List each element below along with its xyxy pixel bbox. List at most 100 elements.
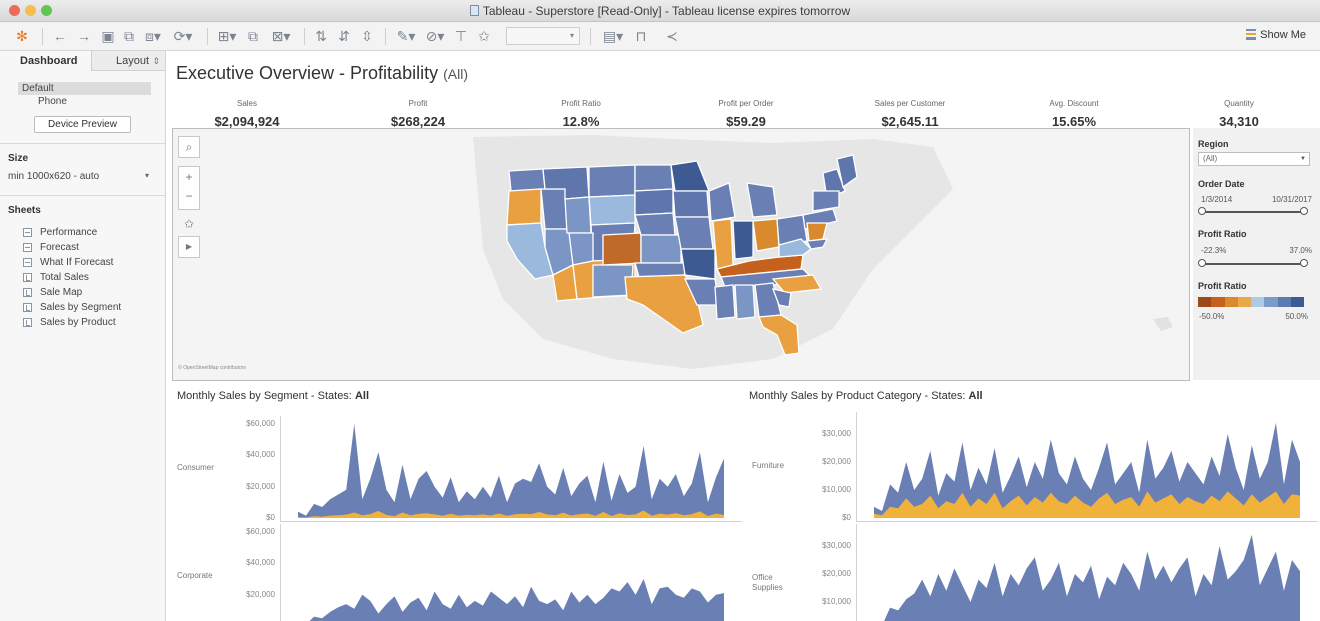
kpi-label: Profit per Order: [718, 99, 774, 108]
toolbar: ✻ ← → ▣ ⧉ ⧈▾ ⟳▾ ⊞▾ ⧉ ⊠▾ ⇅ ⇵ ⇳ ✎▾ ⊘▾ ⊤ ✩ …: [0, 22, 1320, 51]
sheet-label: Sale Map: [40, 287, 83, 298]
y-tick-label: $40,000: [246, 558, 275, 568]
slider-handle-start[interactable]: [1198, 207, 1206, 215]
kpi-value: $59.29: [726, 114, 766, 129]
device-default[interactable]: Default: [18, 82, 151, 95]
pin-icon[interactable]: ✩: [178, 214, 200, 236]
tab-dashboard[interactable]: Dashboard: [0, 51, 92, 71]
sheet-list: Performance Forecast What If Forecast Total…: [0, 225, 165, 330]
kpi-value: $2,094,924: [214, 114, 280, 129]
sheet-item[interactable]: Sales by Segment: [0, 300, 165, 315]
show-cards-icon[interactable]: ▤▾: [599, 28, 627, 44]
segment-chart-title-text: Monthly Sales by Segment - States:: [177, 390, 352, 402]
clear-icon[interactable]: ⊠▾: [268, 28, 294, 44]
legend-swatch: [1277, 297, 1291, 307]
highlight-icon[interactable]: ✎▾: [395, 28, 417, 44]
toolbar-separator: [207, 28, 208, 45]
tab-layout[interactable]: Layout ⇕: [92, 51, 166, 71]
kpi-label: Sales: [236, 99, 257, 108]
y-tick-label: $10,000: [822, 597, 851, 606]
us-map: ·: [173, 129, 1189, 380]
label-icon[interactable]: ⊤: [453, 28, 469, 44]
swap-icon[interactable]: ⇅: [313, 28, 329, 44]
sheet-item[interactable]: Total Sales: [0, 270, 165, 285]
new-worksheet-icon[interactable]: ⊞▾: [215, 28, 239, 44]
back-icon[interactable]: ←: [52, 28, 68, 44]
worksheet-icon: [23, 288, 32, 297]
toolbar-separator: [590, 28, 591, 45]
duplicate-icon[interactable]: ⧉: [245, 28, 261, 44]
sort-desc-icon[interactable]: ⇳: [359, 28, 375, 44]
tableau-logo-icon[interactable]: ✻: [14, 28, 30, 44]
search-icon[interactable]: ⌕: [178, 136, 200, 158]
pause-icon[interactable]: ⧈▾: [143, 28, 163, 44]
profit-ratio-color-legend: [1198, 297, 1304, 307]
sheet-label: Performance: [40, 227, 98, 238]
fit-dropdown[interactable]: ▾: [506, 27, 580, 45]
device-preview-button[interactable]: Device Preview: [34, 116, 131, 133]
area-series-blue: [309, 579, 724, 621]
segment-chart-title: Monthly Sales by Segment - States: All: [177, 390, 369, 402]
map-attribution: © OpenStreetMap contributors: [178, 365, 246, 371]
slider-handle-end[interactable]: [1300, 259, 1308, 267]
sheet-item[interactable]: Sale Map: [0, 285, 165, 300]
fix-axes-icon[interactable]: ✩: [476, 28, 492, 44]
presentation-icon[interactable]: ⊓: [633, 28, 649, 44]
sheet-item[interactable]: What If Forecast: [0, 255, 165, 270]
new-datasource-icon[interactable]: ⧉: [121, 28, 137, 44]
refresh-icon[interactable]: ⟳▾: [170, 28, 196, 44]
y-tick-label: $20,000: [822, 457, 851, 466]
y-tick-label: $30,000: [822, 541, 851, 550]
zoom-out-icon[interactable]: −: [179, 188, 199, 209]
slider-handle-end[interactable]: [1300, 207, 1308, 215]
chart-row-label: Furniture: [752, 461, 785, 470]
area-plot[interactable]: [280, 524, 742, 621]
sheet-item[interactable]: Performance: [0, 225, 165, 240]
kpi-label: Profit Ratio: [561, 99, 601, 108]
sort-asc-icon[interactable]: ⇵: [336, 28, 352, 44]
group-icon[interactable]: ⊘▾: [424, 28, 446, 44]
kpi-card: Avg. Discount 15.65%: [1004, 99, 1144, 129]
zoom-in-icon[interactable]: +: [179, 167, 199, 188]
sheet-label: Total Sales: [40, 272, 89, 283]
legend-max-label: 50.0%: [1285, 312, 1308, 321]
forward-icon[interactable]: →: [76, 28, 92, 44]
tab-menu-icon[interactable]: ⇕: [152, 51, 160, 71]
y-tick-label: $40,000: [246, 450, 275, 460]
area-plot[interactable]: [856, 412, 1318, 522]
sheet-label: Sales by Product: [40, 317, 116, 328]
region-dropdown[interactable]: (All) ▼: [1198, 152, 1310, 166]
profit-ratio-legend-title: Profit Ratio: [1198, 281, 1247, 291]
area-plot[interactable]: [856, 524, 1318, 621]
zoom-control: + −: [178, 166, 200, 210]
y-tick-label: $0: [266, 513, 275, 522]
worksheet-icon: [23, 318, 32, 327]
sheet-item[interactable]: Forecast: [0, 240, 165, 255]
area-series-blue: [298, 424, 724, 518]
share-icon[interactable]: ≺: [664, 28, 680, 44]
size-select[interactable]: min 1000x620 - auto ▾: [0, 171, 165, 185]
area-plot[interactable]: [280, 416, 742, 522]
legend-swatch: [1211, 297, 1225, 307]
profit-ratio-slider[interactable]: [1198, 259, 1308, 267]
profit-ratio-max: 37.0%: [1289, 246, 1312, 255]
category-chart-title-filter: All: [968, 390, 983, 402]
play-icon[interactable]: ▶: [178, 236, 200, 258]
legend-swatch: [1224, 297, 1238, 307]
document-icon: [469, 5, 479, 16]
sales-map[interactable]: · ⌕ + − ✩ ▶ © OpenStreetMap contributors: [172, 128, 1190, 381]
category-chart-title: Monthly Sales by Product Category - Stat…: [749, 390, 983, 402]
profit-ratio-filter-title: Profit Ratio: [1198, 229, 1247, 239]
size-value: min 1000x620 - auto: [8, 171, 100, 182]
segment-chart-title-filter: All: [354, 390, 369, 402]
device-phone[interactable]: Phone: [0, 95, 165, 108]
title-bar: Tableau - Superstore [Read-Only] - Table…: [0, 0, 1320, 22]
y-tick-label: $20,000: [246, 589, 275, 599]
dashboard-title-text: Executive Overview - Profitability: [176, 63, 439, 83]
tableau-window: Tableau - Superstore [Read-Only] - Table…: [0, 0, 1320, 621]
show-me-button[interactable]: Show Me: [1246, 29, 1306, 41]
order-date-slider[interactable]: [1198, 207, 1308, 215]
slider-handle-start[interactable]: [1198, 259, 1206, 267]
save-icon[interactable]: ▣: [100, 28, 116, 44]
sheet-item[interactable]: Sales by Product: [0, 315, 165, 330]
